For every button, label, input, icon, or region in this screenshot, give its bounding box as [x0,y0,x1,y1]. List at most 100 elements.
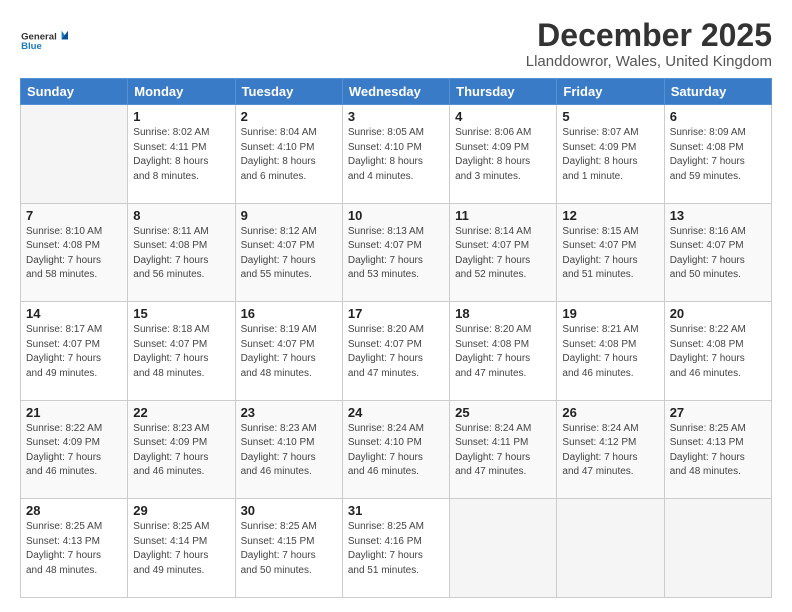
day-number: 21 [26,405,122,420]
day-info: Sunrise: 8:25 AMSunset: 4:16 PMDaylight:… [348,520,444,578]
header-day: Monday [128,79,235,105]
day-number: 26 [562,405,658,420]
day-number: 19 [562,306,658,321]
day-info: Sunrise: 8:24 AMSunset: 4:11 PMDaylight:… [455,422,551,480]
day-number: 13 [670,208,766,223]
day-info: Sunrise: 8:07 AMSunset: 4:09 PMDaylight:… [562,126,658,184]
calendar-cell: 21 Sunrise: 8:22 AMSunset: 4:09 PMDayligh… [21,400,128,499]
day-info: Sunrise: 8:11 AMSunset: 4:08 PMDaylight:… [133,225,229,283]
header-day: Thursday [450,79,557,105]
header-day: Friday [557,79,664,105]
title-area: December 2025 Llanddowror, Wales, United… [526,18,772,70]
calendar-week: 14 Sunrise: 8:17 AMSunset: 4:07 PMDayligh… [21,302,772,401]
location: Llanddowror, Wales, United Kingdom [526,53,772,70]
day-number: 7 [26,208,122,223]
calendar-cell: 7 Sunrise: 8:10 AMSunset: 4:08 PMDaylight… [21,203,128,302]
day-info: Sunrise: 8:21 AMSunset: 4:08 PMDaylight:… [562,323,658,381]
day-number: 2 [241,109,337,124]
day-number: 22 [133,405,229,420]
day-number: 12 [562,208,658,223]
day-info: Sunrise: 8:23 AMSunset: 4:10 PMDaylight:… [241,422,337,480]
calendar-cell: 28Sunrise: 8:25 AMSunset: 4:13 PMDayligh… [21,499,128,598]
calendar-cell: 14 Sunrise: 8:17 AMSunset: 4:07 PMDayligh… [21,302,128,401]
calendar-cell: 18Sunrise: 8:20 AMSunset: 4:08 PMDayligh… [450,302,557,401]
calendar-cell: 12 Sunrise: 8:15 AMSunset: 4:07 PMDayligh… [557,203,664,302]
day-number: 6 [670,109,766,124]
day-info: Sunrise: 8:10 AMSunset: 4:08 PMDaylight:… [26,225,122,283]
day-number: 30 [241,503,337,518]
calendar-week: 1Sunrise: 8:02 AMSunset: 4:11 PMDaylight… [21,105,772,204]
day-number: 24 [348,405,444,420]
day-info: Sunrise: 8:02 AMSunset: 4:11 PMDaylight:… [133,126,229,184]
calendar-week: 28Sunrise: 8:25 AMSunset: 4:13 PMDayligh… [21,499,772,598]
day-number: 16 [241,306,337,321]
calendar-cell [664,499,771,598]
day-info: Sunrise: 8:09 AMSunset: 4:08 PMDaylight:… [670,126,766,184]
day-number: 11 [455,208,551,223]
day-info: Sunrise: 8:25 AMSunset: 4:13 PMDaylight:… [26,520,122,578]
header-day: Tuesday [235,79,342,105]
calendar-cell: 23 Sunrise: 8:23 AMSunset: 4:10 PMDayligh… [235,400,342,499]
day-info: Sunrise: 8:04 AMSunset: 4:10 PMDaylight:… [241,126,337,184]
day-info: Sunrise: 8:22 AMSunset: 4:09 PMDaylight:… [26,422,122,480]
day-info: Sunrise: 8:22 AMSunset: 4:08 PMDaylight:… [670,323,766,381]
page: General Blue December 2025 Llanddowror, … [0,0,792,612]
calendar-cell: 30 Sunrise: 8:25 AMSunset: 4:15 PMDayligh… [235,499,342,598]
calendar-cell: 25 Sunrise: 8:24 AMSunset: 4:11 PMDayligh… [450,400,557,499]
day-number: 3 [348,109,444,124]
calendar-week: 21 Sunrise: 8:22 AMSunset: 4:09 PMDayligh… [21,400,772,499]
calendar-cell: 26Sunrise: 8:24 AMSunset: 4:12 PMDayligh… [557,400,664,499]
day-number: 31 [348,503,444,518]
day-number: 23 [241,405,337,420]
calendar-body: 1Sunrise: 8:02 AMSunset: 4:11 PMDaylight… [21,105,772,598]
calendar-week: 7 Sunrise: 8:10 AMSunset: 4:08 PMDaylight… [21,203,772,302]
calendar-table: SundayMondayTuesdayWednesdayThursdayFrid… [20,78,772,598]
calendar-cell: 11 Sunrise: 8:14 AMSunset: 4:07 PMDayligh… [450,203,557,302]
day-info: Sunrise: 8:18 AMSunset: 4:07 PMDaylight:… [133,323,229,381]
day-number: 9 [241,208,337,223]
svg-text:Blue: Blue [21,41,42,52]
day-number: 20 [670,306,766,321]
day-info: Sunrise: 8:25 AMSunset: 4:13 PMDaylight:… [670,422,766,480]
calendar-cell: 15 Sunrise: 8:18 AMSunset: 4:07 PMDayligh… [128,302,235,401]
calendar-cell: 13 Sunrise: 8:16 AMSunset: 4:07 PMDayligh… [664,203,771,302]
header-day: Wednesday [342,79,449,105]
day-number: 10 [348,208,444,223]
day-info: Sunrise: 8:14 AMSunset: 4:07 PMDaylight:… [455,225,551,283]
calendar-cell: 1Sunrise: 8:02 AMSunset: 4:11 PMDaylight… [128,105,235,204]
calendar-cell: 8Sunrise: 8:11 AMSunset: 4:08 PMDaylight… [128,203,235,302]
calendar-cell: 19 Sunrise: 8:21 AMSunset: 4:08 PMDayligh… [557,302,664,401]
logo: General Blue [20,22,68,62]
day-info: Sunrise: 8:25 AMSunset: 4:14 PMDaylight:… [133,520,229,578]
day-number: 18 [455,306,551,321]
calendar-cell: 17Sunrise: 8:20 AMSunset: 4:07 PMDayligh… [342,302,449,401]
calendar-cell: 24Sunrise: 8:24 AMSunset: 4:10 PMDayligh… [342,400,449,499]
day-number: 14 [26,306,122,321]
day-info: Sunrise: 8:25 AMSunset: 4:15 PMDaylight:… [241,520,337,578]
calendar-cell: 29 Sunrise: 8:25 AMSunset: 4:14 PMDayligh… [128,499,235,598]
header-day: Saturday [664,79,771,105]
header-row: SundayMondayTuesdayWednesdayThursdayFrid… [21,79,772,105]
day-info: Sunrise: 8:17 AMSunset: 4:07 PMDaylight:… [26,323,122,381]
header: General Blue December 2025 Llanddowror, … [20,18,772,70]
calendar-cell: 31 Sunrise: 8:25 AMSunset: 4:16 PMDayligh… [342,499,449,598]
day-number: 27 [670,405,766,420]
day-info: Sunrise: 8:06 AMSunset: 4:09 PMDaylight:… [455,126,551,184]
calendar-cell: 5Sunrise: 8:07 AMSunset: 4:09 PMDaylight… [557,105,664,204]
day-number: 25 [455,405,551,420]
day-info: Sunrise: 8:23 AMSunset: 4:09 PMDaylight:… [133,422,229,480]
day-info: Sunrise: 8:19 AMSunset: 4:07 PMDaylight:… [241,323,337,381]
day-info: Sunrise: 8:15 AMSunset: 4:07 PMDaylight:… [562,225,658,283]
calendar-cell: 9 Sunrise: 8:12 AMSunset: 4:07 PMDaylight… [235,203,342,302]
day-info: Sunrise: 8:05 AMSunset: 4:10 PMDaylight:… [348,126,444,184]
calendar-cell: 4Sunrise: 8:06 AMSunset: 4:09 PMDaylight… [450,105,557,204]
day-number: 29 [133,503,229,518]
calendar-cell: 20 Sunrise: 8:22 AMSunset: 4:08 PMDayligh… [664,302,771,401]
day-number: 15 [133,306,229,321]
month-title: December 2025 [526,18,772,53]
calendar-cell: 2 Sunrise: 8:04 AMSunset: 4:10 PMDaylight… [235,105,342,204]
day-info: Sunrise: 8:12 AMSunset: 4:07 PMDaylight:… [241,225,337,283]
day-info: Sunrise: 8:16 AMSunset: 4:07 PMDaylight:… [670,225,766,283]
calendar-header: SundayMondayTuesdayWednesdayThursdayFrid… [21,79,772,105]
logo-svg: General Blue [20,22,68,62]
